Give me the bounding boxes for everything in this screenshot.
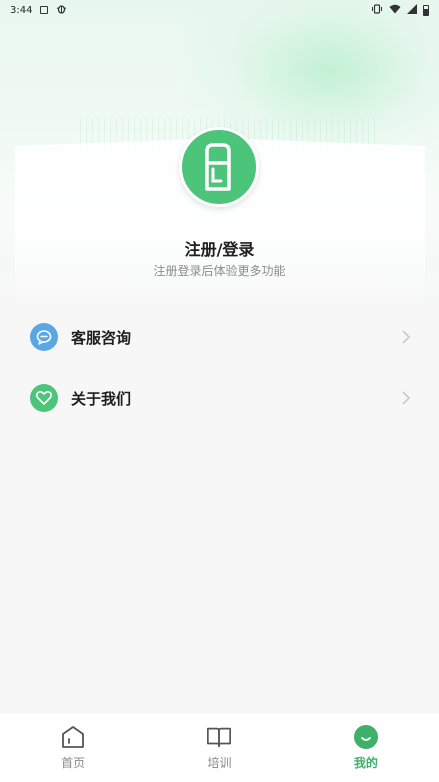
bug-icon: [56, 3, 67, 17]
menu-item-label: 关于我们: [71, 389, 132, 408]
tab-label: 我的: [353, 756, 378, 770]
status-bar: 3:44: [0, 0, 439, 20]
chat-bubble-icon: [30, 323, 58, 351]
notification-a-icon: [40, 6, 49, 14]
vibrate-icon: [371, 3, 383, 17]
tab-label: 首页: [61, 756, 86, 770]
tab-mine[interactable]: 我的: [293, 714, 439, 782]
login-hint: 注册登录后体验更多功能: [153, 264, 286, 278]
tab-training[interactable]: 培训: [146, 714, 292, 782]
user-avatar-icon[interactable]: [179, 127, 259, 207]
signal-icon: [407, 3, 417, 17]
chevron-right-icon: [401, 329, 411, 345]
chevron-right-icon: [401, 390, 411, 406]
heart-icon: [30, 384, 58, 412]
smile-icon: [353, 724, 379, 750]
menu-item-customer-service[interactable]: 客服咨询: [0, 307, 439, 367]
menu-item-about-us[interactable]: 关于我们: [0, 368, 439, 428]
menu-item-label: 客服咨询: [71, 328, 132, 347]
login-register-link[interactable]: 注册/登录: [0, 236, 439, 260]
bottom-tab-bar: 首页 培训 我的: [0, 714, 439, 782]
tab-home[interactable]: 首页: [0, 714, 146, 782]
status-time: 3:44: [10, 4, 33, 16]
battery-icon: [423, 4, 429, 16]
home-icon: [60, 724, 86, 750]
tab-label: 培训: [207, 756, 232, 770]
book-icon: [206, 724, 232, 750]
wifi-icon: [389, 4, 401, 17]
